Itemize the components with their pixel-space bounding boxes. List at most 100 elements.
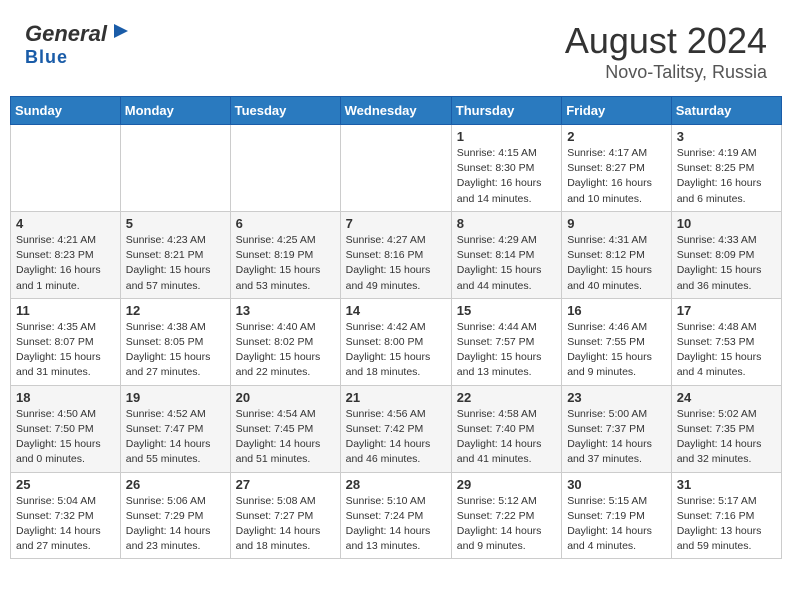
day-info: Sunrise: 4:23 AM Sunset: 8:21 PM Dayligh… [126,233,225,294]
calendar-cell: 1 Sunrise: 4:15 AM Sunset: 8:30 PM Daylig… [451,125,561,212]
day-number: 9 [567,216,666,231]
calendar-cell: 19 Sunrise: 4:52 AM Sunset: 7:47 PM Dayli… [120,385,230,472]
day-header-wednesday: Wednesday [340,97,451,125]
calendar-cell: 26 Sunrise: 5:06 AM Sunset: 7:29 PM Dayli… [120,472,230,559]
day-info: Sunrise: 5:00 AM Sunset: 7:37 PM Dayligh… [567,407,666,468]
day-info: Sunrise: 4:42 AM Sunset: 8:00 PM Dayligh… [346,320,446,381]
calendar-week-3: 11 Sunrise: 4:35 AM Sunset: 8:07 PM Dayli… [11,298,782,385]
calendar-cell: 9 Sunrise: 4:31 AM Sunset: 8:12 PM Daylig… [562,211,672,298]
day-info: Sunrise: 5:06 AM Sunset: 7:29 PM Dayligh… [126,494,225,555]
day-header-sunday: Sunday [11,97,121,125]
calendar-cell [120,125,230,212]
day-info: Sunrise: 4:25 AM Sunset: 8:19 PM Dayligh… [236,233,335,294]
day-header-tuesday: Tuesday [230,97,340,125]
day-info: Sunrise: 4:15 AM Sunset: 8:30 PM Dayligh… [457,146,556,207]
day-info: Sunrise: 5:10 AM Sunset: 7:24 PM Dayligh… [346,494,446,555]
calendar-cell: 23 Sunrise: 5:00 AM Sunset: 7:37 PM Dayli… [562,385,672,472]
day-number: 4 [16,216,115,231]
day-number: 20 [236,390,335,405]
day-number: 10 [677,216,776,231]
day-number: 14 [346,303,446,318]
day-number: 8 [457,216,556,231]
day-number: 18 [16,390,115,405]
calendar-table: SundayMondayTuesdayWednesdayThursdayFrid… [10,96,782,559]
calendar-cell: 7 Sunrise: 4:27 AM Sunset: 8:16 PM Daylig… [340,211,451,298]
calendar-cell: 27Sunrise: 5:08 AM Sunset: 7:27 PM Dayli… [230,472,340,559]
day-number: 26 [126,477,225,492]
calendar-cell: 4 Sunrise: 4:21 AM Sunset: 8:23 PM Daylig… [11,211,121,298]
logo: General Blue [25,20,132,68]
logo-arrow-icon [110,20,132,42]
calendar-cell: 14 Sunrise: 4:42 AM Sunset: 8:00 PM Dayli… [340,298,451,385]
logo-general: General [25,21,107,47]
page-header: General Blue August 2024 Novo-Talitsy, R… [10,10,782,88]
day-info: Sunrise: 4:56 AM Sunset: 7:42 PM Dayligh… [346,407,446,468]
day-info: Sunrise: 4:19 AM Sunset: 8:25 PM Dayligh… [677,146,776,207]
calendar-cell: 17 Sunrise: 4:48 AM Sunset: 7:53 PM Dayli… [671,298,781,385]
calendar-cell: 29 Sunrise: 5:12 AM Sunset: 7:22 PM Dayli… [451,472,561,559]
calendar-cell: 30Sunrise: 5:15 AM Sunset: 7:19 PM Dayli… [562,472,672,559]
day-header-thursday: Thursday [451,97,561,125]
day-number: 12 [126,303,225,318]
calendar-cell: 8 Sunrise: 4:29 AM Sunset: 8:14 PM Daylig… [451,211,561,298]
day-header-monday: Monday [120,97,230,125]
day-number: 23 [567,390,666,405]
calendar-cell [230,125,340,212]
day-number: 5 [126,216,225,231]
calendar-cell: 16 Sunrise: 4:46 AM Sunset: 7:55 PM Dayli… [562,298,672,385]
day-info: Sunrise: 4:21 AM Sunset: 8:23 PM Dayligh… [16,233,115,294]
day-info: Sunrise: 4:54 AM Sunset: 7:45 PM Dayligh… [236,407,335,468]
day-number: 29 [457,477,556,492]
calendar-week-5: 25 Sunrise: 5:04 AM Sunset: 7:32 PM Dayli… [11,472,782,559]
calendar-cell: 5 Sunrise: 4:23 AM Sunset: 8:21 PM Daylig… [120,211,230,298]
day-info: Sunrise: 5:12 AM Sunset: 7:22 PM Dayligh… [457,494,556,555]
day-info: Sunrise: 4:31 AM Sunset: 8:12 PM Dayligh… [567,233,666,294]
day-number: 28 [346,477,446,492]
day-number: 3 [677,129,776,144]
calendar-cell: 13Sunrise: 4:40 AM Sunset: 8:02 PM Dayli… [230,298,340,385]
day-info: Sunrise: 4:44 AM Sunset: 7:57 PM Dayligh… [457,320,556,381]
calendar-location: Novo-Talitsy, Russia [565,62,767,83]
calendar-cell: 15 Sunrise: 4:44 AM Sunset: 7:57 PM Dayli… [451,298,561,385]
calendar-cell: 10Sunrise: 4:33 AM Sunset: 8:09 PM Dayli… [671,211,781,298]
day-number: 7 [346,216,446,231]
day-number: 17 [677,303,776,318]
calendar-cell: 28 Sunrise: 5:10 AM Sunset: 7:24 PM Dayli… [340,472,451,559]
calendar-cell: 20 Sunrise: 4:54 AM Sunset: 7:45 PM Dayli… [230,385,340,472]
day-info: Sunrise: 4:46 AM Sunset: 7:55 PM Dayligh… [567,320,666,381]
day-info: Sunrise: 4:27 AM Sunset: 8:16 PM Dayligh… [346,233,446,294]
day-number: 16 [567,303,666,318]
calendar-cell: 25 Sunrise: 5:04 AM Sunset: 7:32 PM Dayli… [11,472,121,559]
day-number: 21 [346,390,446,405]
logo-blue-text: Blue [25,47,68,68]
calendar-week-2: 4 Sunrise: 4:21 AM Sunset: 8:23 PM Daylig… [11,211,782,298]
calendar-cell [11,125,121,212]
day-info: Sunrise: 4:29 AM Sunset: 8:14 PM Dayligh… [457,233,556,294]
calendar-cell: 18Sunrise: 4:50 AM Sunset: 7:50 PM Dayli… [11,385,121,472]
day-number: 19 [126,390,225,405]
calendar-cell: 12Sunrise: 4:38 AM Sunset: 8:05 PM Dayli… [120,298,230,385]
day-info: Sunrise: 5:08 AM Sunset: 7:27 PM Dayligh… [236,494,335,555]
calendar-header-row: SundayMondayTuesdayWednesdayThursdayFrid… [11,97,782,125]
day-header-saturday: Saturday [671,97,781,125]
day-info: Sunrise: 4:35 AM Sunset: 8:07 PM Dayligh… [16,320,115,381]
day-number: 15 [457,303,556,318]
calendar-title: August 2024 [565,20,767,62]
day-number: 1 [457,129,556,144]
day-number: 25 [16,477,115,492]
day-info: Sunrise: 5:04 AM Sunset: 7:32 PM Dayligh… [16,494,115,555]
calendar-cell [340,125,451,212]
day-header-friday: Friday [562,97,672,125]
day-info: Sunrise: 5:17 AM Sunset: 7:16 PM Dayligh… [677,494,776,555]
day-info: Sunrise: 4:52 AM Sunset: 7:47 PM Dayligh… [126,407,225,468]
day-info: Sunrise: 4:40 AM Sunset: 8:02 PM Dayligh… [236,320,335,381]
day-number: 30 [567,477,666,492]
calendar-cell: 11 Sunrise: 4:35 AM Sunset: 8:07 PM Dayli… [11,298,121,385]
calendar-cell: 6Sunrise: 4:25 AM Sunset: 8:19 PM Daylig… [230,211,340,298]
calendar-cell: 3 Sunrise: 4:19 AM Sunset: 8:25 PM Daylig… [671,125,781,212]
day-number: 11 [16,303,115,318]
calendar-cell: 21 Sunrise: 4:56 AM Sunset: 7:42 PM Dayli… [340,385,451,472]
day-info: Sunrise: 4:48 AM Sunset: 7:53 PM Dayligh… [677,320,776,381]
day-info: Sunrise: 5:02 AM Sunset: 7:35 PM Dayligh… [677,407,776,468]
day-number: 2 [567,129,666,144]
